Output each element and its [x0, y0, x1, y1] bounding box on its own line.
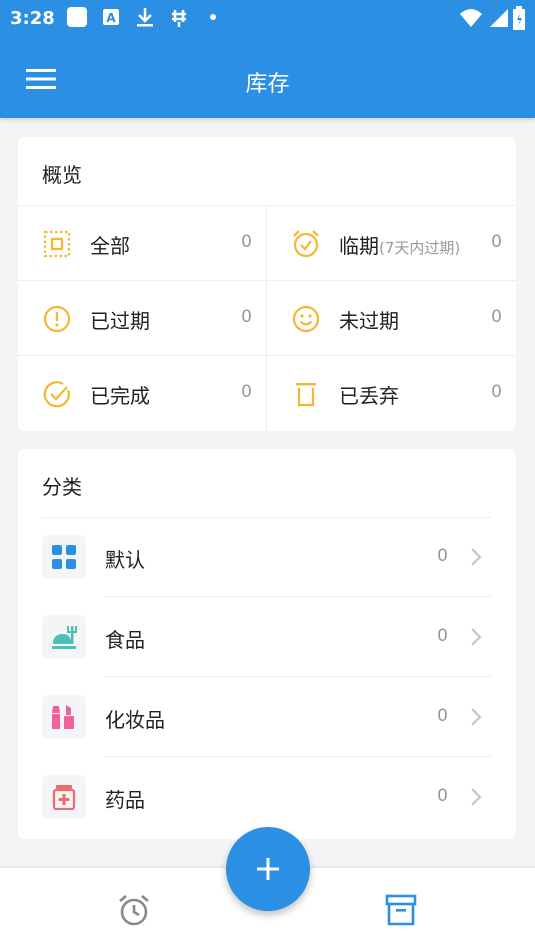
signal-icon	[490, 9, 508, 27]
food-icon	[52, 626, 77, 649]
category-list: 默认 0 食品 0 化妆品 0 药品 0	[18, 517, 516, 837]
a-icon: A	[103, 9, 119, 25]
category-icon-box	[42, 535, 86, 579]
exclamation-icon	[43, 305, 71, 333]
trash-icon	[296, 383, 316, 407]
smile-icon	[292, 305, 320, 333]
overview-item-all[interactable]: 全部 0	[18, 206, 267, 281]
overview-count: 0	[491, 382, 502, 402]
grid-icon	[52, 545, 76, 569]
category-label: 默认	[105, 548, 145, 572]
category-icon-box	[42, 615, 86, 659]
status-notification-icons: A	[66, 6, 224, 28]
alarm-clock-icon[interactable]	[116, 892, 152, 928]
overview-label: 已过期	[90, 309, 150, 333]
category-item-food[interactable]: 食品 0	[18, 597, 516, 677]
category-count: 0	[437, 626, 448, 646]
category-item-medicine[interactable]: 药品 0	[18, 757, 516, 837]
category-item-cosmetics[interactable]: 化妆品 0	[18, 677, 516, 757]
medicine-icon	[52, 785, 76, 810]
chevron-right-icon	[471, 708, 482, 726]
overview-count: 0	[241, 382, 252, 402]
overview-card: 概览 全部 0 临期(7天内过期) 0 已过期 0 未过期 0 已完成 0 已丢…	[18, 137, 516, 431]
category-label: 药品	[105, 788, 145, 812]
chevron-right-icon	[471, 548, 482, 566]
category-label: 化妆品	[105, 708, 165, 732]
category-icon-box	[42, 775, 86, 819]
overview-count: 0	[491, 232, 502, 252]
overview-title: 概览	[42, 163, 82, 187]
status-system-icons	[459, 6, 525, 30]
square-icon	[67, 7, 87, 27]
overview-label: 临期(7天内过期)	[339, 234, 461, 258]
cosmetics-icon	[52, 705, 74, 729]
archive-box-icon[interactable]	[383, 892, 419, 928]
check-circle-icon	[43, 381, 70, 408]
category-title: 分类	[42, 475, 82, 499]
svg-text:A: A	[106, 11, 116, 25]
chevron-right-icon	[471, 788, 482, 806]
overview-item-expired[interactable]: 已过期 0	[18, 281, 267, 356]
overview-count: 0	[241, 232, 252, 252]
plus-icon	[257, 858, 279, 880]
page-title: 库存	[245, 72, 290, 97]
alarm-icon	[293, 230, 319, 258]
overview-grid: 全部 0 临期(7天内过期) 0 已过期 0 未过期 0 已完成 0 已丢弃 0	[18, 205, 516, 431]
overview-count: 0	[491, 307, 502, 327]
all-icon	[43, 230, 71, 258]
overview-sublabel: (7天内过期)	[379, 239, 461, 257]
category-icon-box	[42, 695, 86, 739]
category-count: 0	[437, 786, 448, 806]
wifi-icon	[460, 9, 482, 27]
overview-count: 0	[241, 307, 252, 327]
overview-row: 已完成 0 已丢弃 0	[18, 356, 516, 431]
chevron-right-icon	[471, 628, 482, 646]
category-card: 分类 默认 0 食品 0 化妆品 0 药品 0	[18, 449, 516, 839]
overview-label: 已完成	[90, 384, 150, 408]
category-count: 0	[437, 706, 448, 726]
bug-icon	[172, 10, 186, 27]
overview-label: 全部	[90, 234, 130, 258]
category-label: 食品	[105, 628, 145, 652]
status-time: 3:28	[10, 8, 55, 29]
dot-icon	[210, 14, 216, 20]
add-button[interactable]	[226, 827, 310, 911]
overview-label: 未过期	[339, 309, 399, 333]
overview-item-not-expired[interactable]: 未过期 0	[267, 281, 516, 356]
category-item-default[interactable]: 默认 0	[18, 517, 516, 597]
overview-item-discarded[interactable]: 已丢弃 0	[267, 356, 516, 431]
download-icon	[137, 8, 153, 27]
overview-row: 已过期 0 未过期 0	[18, 281, 516, 356]
status-bar: 3:28 A	[0, 0, 535, 38]
overview-item-near-expiry[interactable]: 临期(7天内过期) 0	[267, 206, 516, 281]
category-count: 0	[437, 546, 448, 566]
overview-item-completed[interactable]: 已完成 0	[18, 356, 267, 431]
battery-icon	[513, 6, 525, 30]
overview-label: 已丢弃	[339, 384, 399, 408]
overview-row: 全部 0 临期(7天内过期) 0	[18, 206, 516, 281]
app-bar: 库存	[0, 38, 535, 118]
